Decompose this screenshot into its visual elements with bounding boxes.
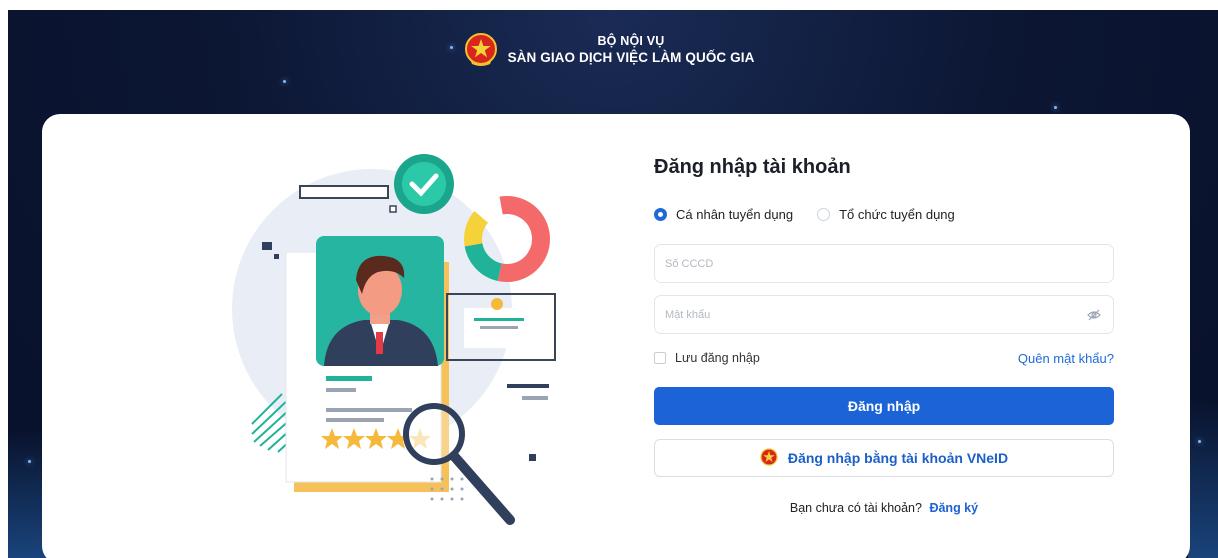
vneid-login-label: Đăng nhập bằng tài khoản VNeID [787,450,1009,466]
radio-button[interactable] [817,207,831,221]
site-name: SÀN GIAO DỊCH VIỆC LÀM QUỐC GIA [507,50,755,65]
ministry-name: BỘ NỘI VỤ [597,34,665,48]
national-emblem-icon[interactable] [464,33,498,67]
vneid-login-button[interactable]: Đăng nhập bằng tài khoản VNeID [654,439,1114,477]
id-number-input[interactable]: Số CCCD [654,244,1114,283]
login-title: Đăng nhập tài khoản [654,156,851,178]
recruitment-illustration [202,144,572,544]
signup-link[interactable]: Đăng ký [929,501,978,515]
remember-forgot-row: Lưu đăng nhập Quên mật khẩu? [654,349,1114,367]
account-type-organization[interactable]: Tổ chức tuyển dụng [817,207,955,222]
site-title: BỘ NỘI VỤ SÀN GIAO DỊCH VIỆC LÀM QUỐC GI… [508,33,755,67]
light-dot [1198,440,1201,443]
signup-prompt: Bạn chưa có tài khoản? [789,501,922,515]
account-type-group: Cá nhân tuyển dụng Tổ chức tuyển dụng [654,204,1114,224]
remember-me[interactable]: Lưu đăng nhập [654,351,760,365]
login-form: Đăng nhập tài khoản Cá nhân tuyển dụng T… [654,152,1114,515]
radio-button-selected[interactable] [654,207,667,221]
site-header: BỘ NỘI VỤ SÀN GIAO DỊCH VIỆC LÀM QUỐC GI… [0,10,1218,90]
vneid-emblem-icon [760,447,778,469]
light-dot [28,460,31,463]
forgot-password-link[interactable]: Quên mật khẩu? [1018,351,1114,366]
eye-slash-icon[interactable] [1087,308,1101,322]
signup-row: Bạn chưa có tài khoản? Đăng ký [654,501,1114,515]
account-type-label: Tổ chức tuyển dụng [839,206,955,222]
account-type-label: Cá nhân tuyển dụng [676,206,794,222]
remember-label: Lưu đăng nhập [675,351,760,365]
id-number-placeholder: Số CCCD [665,257,714,270]
password-input[interactable]: Mật khẩu [654,295,1114,334]
login-card: Đăng nhập tài khoản Cá nhân tuyển dụng T… [42,114,1190,558]
light-dot [1054,106,1057,109]
login-button[interactable]: Đăng nhập [654,387,1114,425]
city-decoration [1188,398,1218,558]
account-type-individual[interactable]: Cá nhân tuyển dụng [654,207,793,222]
password-placeholder: Mật khẩu [665,308,711,321]
remember-checkbox[interactable] [654,352,666,364]
